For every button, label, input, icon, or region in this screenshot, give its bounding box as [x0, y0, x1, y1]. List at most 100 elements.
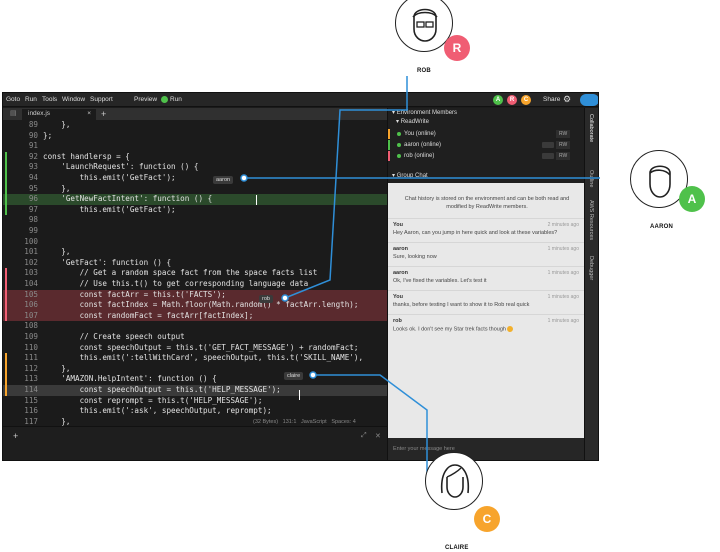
menu-run[interactable]: Run	[25, 96, 37, 103]
code-text: },	[43, 183, 71, 193]
preview-button[interactable]: Preview	[134, 96, 157, 103]
close-console-icon[interactable]: ✕	[375, 432, 381, 440]
cloud-icon[interactable]	[580, 94, 598, 106]
permission-toggle[interactable]	[542, 142, 554, 148]
chat-message: rob 1 minutes ago Looks ok. I don't see …	[388, 314, 585, 338]
code-line[interactable]: 106 const factIndex = Math.floor(Math.ra…	[3, 300, 387, 311]
status-spaces[interactable]: Spaces: 4	[331, 419, 355, 425]
chat-message: aaron 1 minutes ago Sure, looking now	[388, 242, 585, 266]
code-line[interactable]: 109 // Create speech output	[3, 332, 387, 343]
tab-collaborate[interactable]: Collaborate	[588, 114, 594, 142]
code-line[interactable]: 105 const factArr = this.t('FACTS');	[3, 289, 387, 301]
code-line[interactable]: 103 // Get a random space fact from the …	[3, 268, 387, 279]
line-number: 107	[24, 310, 38, 320]
menu-window[interactable]: Window	[62, 96, 85, 103]
permission-badge[interactable]: RW	[556, 130, 571, 138]
online-dot	[397, 132, 401, 136]
message-time: 1 minutes ago	[547, 270, 579, 276]
line-number: 109	[24, 332, 38, 341]
persona-name: AARON	[650, 224, 673, 230]
tab-index-js[interactable]: index.js ×	[22, 109, 96, 120]
code-text: this.emit('GetFact');	[43, 173, 176, 182]
code-line[interactable]: 100	[3, 237, 387, 248]
code-text: },	[43, 247, 71, 257]
code-text: const randomFact = factArr[factIndex];	[43, 310, 254, 320]
tab-bar: ▤ index.js × +	[3, 108, 387, 120]
member-row[interactable]: rob (online) RW	[388, 151, 585, 161]
code-line[interactable]: 99	[3, 226, 387, 237]
permission-badge[interactable]: RW	[556, 141, 571, 149]
code-line[interactable]: 114 const speechOutput = this.t('HELP_ME…	[3, 385, 387, 396]
code-text: const speechOutput = this.t('HELP_MESSAG…	[43, 385, 281, 394]
code-line[interactable]: 104 // Use this.t() to get corresponding…	[3, 279, 387, 290]
code-line[interactable]: 91	[3, 141, 387, 152]
smile-emoji-icon	[507, 326, 514, 332]
avatar-claire[interactable]: C	[521, 95, 531, 105]
line-number: 93	[28, 162, 38, 172]
cursor-label-claire: claire	[284, 372, 304, 380]
member-row[interactable]: You (online) RW	[388, 129, 585, 139]
code-line[interactable]: 97 this.emit('GetFact');	[3, 205, 387, 216]
message-time: 1 minutes ago	[547, 318, 579, 324]
code-line[interactable]: 93 'LaunchRequest': function () {	[3, 162, 387, 173]
member-row[interactable]: aaron (online) RW	[388, 140, 585, 150]
expand-icon[interactable]: ⤢	[361, 432, 367, 440]
line-number: 115	[24, 395, 38, 405]
status-size: (32 Bytes)	[253, 419, 279, 425]
code-text: const handlersp = {	[43, 151, 130, 161]
code-line[interactable]: 92 const handlersp = {	[3, 152, 387, 163]
permission-badge[interactable]: RW	[556, 152, 571, 160]
avatar-rob[interactable]: R	[507, 95, 517, 105]
code-line[interactable]: 107 const randomFact = factArr[factIndex…	[3, 310, 387, 322]
code-line[interactable]: 90};	[3, 131, 387, 142]
cursor-claire	[299, 390, 300, 400]
code-line[interactable]: 102 'GetFact': function () {	[3, 258, 387, 269]
right-tab-strip: Collaborate Outline AWS Resources Debugg…	[584, 108, 598, 460]
group-chat-header[interactable]: ▾ Group Chat	[388, 171, 585, 180]
env-members-title: Environment Members	[396, 110, 458, 116]
code-line[interactable]: 113 'AMAZON.HelpIntent': function () {	[3, 374, 387, 385]
code-line[interactable]: 101 },	[3, 247, 387, 258]
code-line[interactable]: 89 },	[3, 120, 387, 131]
new-tab-button[interactable]: +	[101, 109, 106, 119]
tab-debugger[interactable]: Debugger	[588, 256, 594, 280]
code-line[interactable]: 112 },	[3, 364, 387, 375]
menu-goto[interactable]: Goto	[6, 96, 20, 103]
code-line[interactable]: 108	[3, 321, 387, 332]
share-button[interactable]: Share	[543, 96, 560, 103]
tab-aws-resources[interactable]: AWS Resources	[588, 200, 594, 240]
bottom-console-bar: + ⤢ ✕	[3, 426, 387, 460]
line-number: 89	[28, 120, 38, 129]
code-line[interactable]: 96 'GetNewFactIntent': function () {	[3, 194, 387, 205]
gear-icon[interactable]: ⚙	[563, 94, 571, 105]
code-line[interactable]: 98	[3, 215, 387, 226]
line-number: 90	[28, 130, 38, 140]
run-icon	[161, 96, 168, 103]
message-time: 2 minutes ago	[547, 222, 579, 228]
avatar-aaron[interactable]: A	[493, 95, 503, 105]
chat-input[interactable]: Enter your message here	[388, 438, 585, 460]
new-terminal-button[interactable]: +	[13, 431, 18, 441]
code-line[interactable]: 111 this.emit(':tellWithCard', speechOut…	[3, 353, 387, 364]
line-number: 96	[28, 194, 38, 204]
code-editor[interactable]: 89 }, 90}; 91 92 const handlersp = {93 'Laun…	[3, 120, 387, 426]
run-button[interactable]: Run	[170, 96, 182, 103]
line-number: 92	[28, 151, 38, 161]
code-line[interactable]: 94 this.emit('GetFact');	[3, 173, 387, 184]
line-number: 117	[24, 416, 38, 426]
menu-support[interactable]: Support	[90, 96, 113, 103]
file-tree-icon[interactable]: ▤	[10, 109, 17, 117]
code-line[interactable]: 115 const reprompt = this.t('HELP_MESSAG…	[3, 396, 387, 407]
permission-toggle[interactable]	[542, 153, 554, 159]
env-members-header[interactable]: ▾ Environment Members	[388, 108, 585, 117]
tab-outline[interactable]: Outline	[588, 170, 594, 187]
menu-tools[interactable]: Tools	[42, 96, 57, 103]
close-icon[interactable]: ×	[87, 110, 91, 117]
status-language[interactable]: JavaScript	[301, 419, 327, 425]
line-number: 98	[28, 215, 38, 225]
code-line[interactable]: 116 this.emit(':ask', speechOutput, repr…	[3, 406, 387, 417]
code-text: 'GetFact': function () {	[43, 257, 172, 267]
code-line[interactable]: 110 const speechOutput = this.t('GET_FAC…	[3, 343, 387, 354]
code-line[interactable]: 95 },	[3, 184, 387, 195]
code-text: },	[43, 363, 71, 373]
